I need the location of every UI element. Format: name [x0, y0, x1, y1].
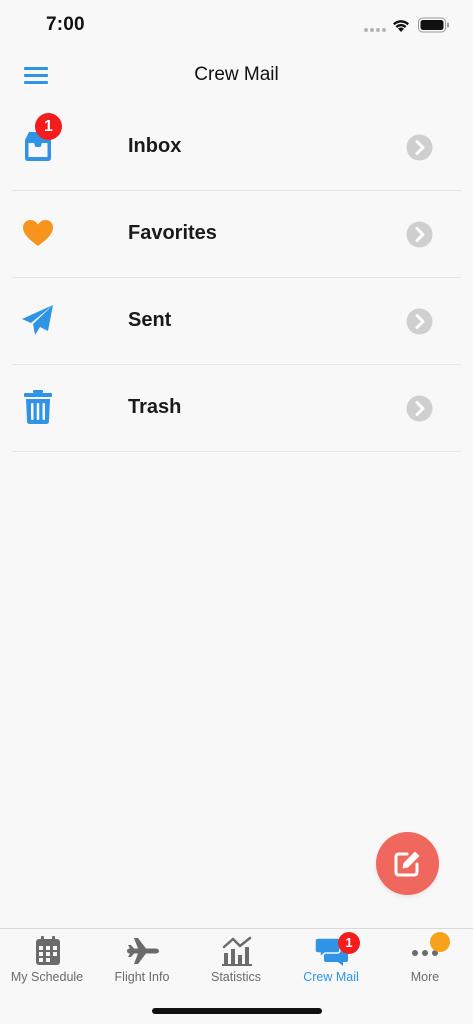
- nav-bar: Crew Mail: [0, 52, 473, 100]
- status-time: 7:00: [46, 14, 85, 35]
- tab-label: Flight Info: [114, 970, 170, 984]
- chevron-right-icon: [406, 395, 433, 422]
- calendar-icon: [36, 936, 60, 965]
- chevron-right-icon: [406, 308, 433, 335]
- folder-label: Inbox: [128, 135, 182, 157]
- folder-label: Sent: [128, 309, 172, 331]
- airplane-icon: [127, 938, 159, 964]
- trash-icon: [24, 390, 52, 424]
- folder-row-trash[interactable]: Trash: [0, 365, 473, 452]
- chevron-right-icon: [406, 134, 433, 161]
- folder-label: Trash: [128, 396, 182, 418]
- more-notification-dot: [430, 932, 450, 952]
- status-bar: 7:00: [0, 0, 473, 52]
- tab-my-schedule[interactable]: My Schedule: [0, 929, 94, 991]
- folder-label: Favorites: [128, 222, 217, 244]
- battery-icon: [418, 17, 449, 33]
- folder-row-sent[interactable]: Sent: [0, 278, 473, 365]
- paper-plane-icon: [22, 305, 53, 335]
- tab-label: My Schedule: [10, 970, 84, 984]
- tab-statistics[interactable]: Statistics: [189, 929, 283, 991]
- tab-more[interactable]: More: [378, 929, 472, 991]
- wifi-icon: [393, 20, 409, 32]
- tab-crew-mail[interactable]: 1 Crew Mail: [284, 929, 378, 991]
- chevron-right-icon: [406, 221, 433, 248]
- compose-edit-icon: [394, 851, 420, 877]
- tab-label: Statistics: [210, 970, 261, 984]
- chart-icon: [222, 936, 252, 966]
- home-indicator: [152, 1008, 322, 1014]
- inbox-unread-badge: 1: [35, 113, 62, 140]
- page-title: Crew Mail: [194, 64, 279, 85]
- compose-button[interactable]: [376, 832, 439, 895]
- heart-icon: [23, 220, 53, 246]
- tab-label: More: [410, 970, 440, 984]
- divider: [12, 451, 461, 452]
- folder-list: 1 Inbox Favorites Sent Trash: [0, 104, 473, 452]
- crew-mail-badge: 1: [338, 932, 360, 954]
- signal-icon: [364, 28, 386, 33]
- folder-row-favorites[interactable]: Favorites: [0, 191, 473, 278]
- tab-label: Crew Mail: [303, 970, 359, 984]
- tab-flight-info[interactable]: Flight Info: [95, 929, 189, 991]
- folder-row-inbox[interactable]: 1 Inbox: [0, 104, 473, 191]
